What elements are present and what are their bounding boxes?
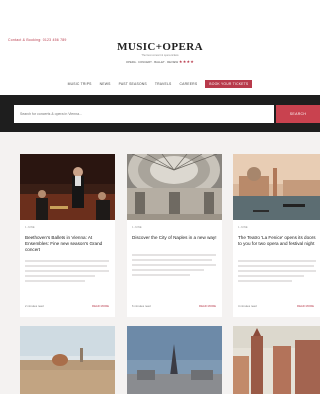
excerpt-line — [25, 280, 85, 282]
search-button[interactable]: SEARCH — [276, 105, 320, 123]
excerpt-line — [132, 254, 216, 256]
naples-gallery-image[interactable] — [127, 154, 222, 220]
excerpt-line — [238, 260, 316, 262]
site-tagline: The best concert & opera tickets — [141, 54, 179, 57]
nav-item-music-trips[interactable]: MUSIC TRIPS — [68, 82, 92, 86]
venice-image[interactable] — [233, 154, 320, 220]
site-subline: OPERA · CONCERT · BALLET · REVIEW ★★★★ — [0, 59, 320, 64]
article-title[interactable]: The Teatro 'La Fenice' opens its doors t… — [238, 235, 318, 247]
excerpt-line — [238, 280, 292, 282]
munich-image[interactable] — [233, 326, 320, 394]
excerpt-line — [132, 269, 204, 271]
read-time: 6 minutes read — [132, 304, 151, 308]
excerpt-line — [132, 259, 212, 261]
excerpt-line — [25, 270, 109, 272]
article-date: 1 JUNE — [132, 225, 142, 229]
article-card[interactable]: 1 JUNE Discover the City of Naples in a … — [127, 154, 222, 317]
book-tickets-button[interactable]: BOOK YOUR TICKETS — [205, 80, 253, 88]
article-title[interactable]: Discover the City of Naples in a new way… — [132, 235, 218, 241]
nav-item-news[interactable]: NEWS — [100, 82, 111, 86]
excerpt-line — [132, 274, 190, 276]
nav-item-careers[interactable]: CAREERS — [180, 82, 198, 86]
main-nav: MUSIC TRIPS NEWS PAST SEASONS TRAVELS CA… — [0, 80, 320, 88]
excerpt-line — [25, 275, 95, 277]
excerpt-line — [238, 270, 316, 272]
excerpt-line — [132, 264, 216, 266]
excerpt-line — [25, 260, 109, 262]
search-input[interactable] — [14, 105, 274, 123]
article-date: 1 JUNE — [238, 225, 248, 229]
excerpt-line — [238, 275, 304, 277]
read-more-link[interactable]: READ MORE — [92, 304, 109, 308]
article-title[interactable]: Beethoven's Ballets in Vienna: At Ensemb… — [25, 235, 111, 252]
site-logo[interactable]: MUSIC+OPERA — [0, 41, 320, 53]
florence-image[interactable] — [20, 326, 115, 394]
read-more-link[interactable]: READ MORE — [199, 304, 216, 308]
read-more-link[interactable]: READ MORE — [297, 304, 314, 308]
concert-image[interactable] — [20, 154, 115, 220]
subline-text: OPERA · CONCERT · BALLET · REVIEW — [125, 60, 179, 64]
nav-item-past-seasons[interactable]: PAST SEASONS — [119, 82, 147, 86]
excerpt-line — [25, 265, 107, 267]
read-time: 2 minutes read — [25, 304, 44, 308]
paris-image[interactable] — [127, 326, 222, 394]
article-card[interactable]: 1 JUNE The Teatro 'La Fenice' opens its … — [233, 154, 320, 317]
article-date: 1 JUNE — [25, 225, 35, 229]
nav-item-travels[interactable]: TRAVELS — [155, 82, 172, 86]
rating-stars: ★★★★ — [178, 59, 195, 64]
article-card[interactable]: 1 JUNE Beethoven's Ballets in Vienna: At… — [20, 154, 115, 317]
excerpt-line — [238, 265, 314, 267]
read-time: 4 minutes read — [238, 304, 257, 308]
